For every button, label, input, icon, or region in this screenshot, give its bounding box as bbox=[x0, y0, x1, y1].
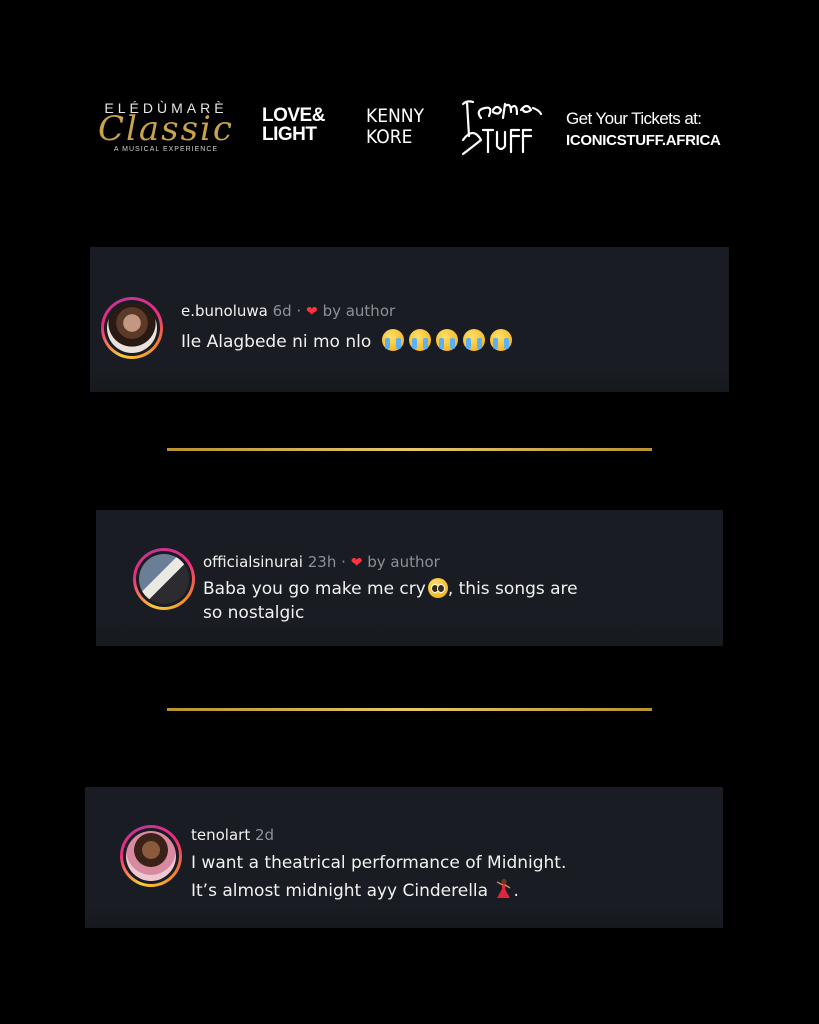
sponsor-header: ELÉDÙMARÈ Classic A MUSICAL EXPERIENCE L… bbox=[0, 92, 819, 172]
gold-divider bbox=[167, 708, 652, 711]
loudly-crying-face-icon bbox=[408, 329, 431, 351]
avatar-photo bbox=[139, 554, 189, 604]
love-and-light-logo: LOVE& LIGHT bbox=[262, 105, 325, 145]
dancer-icon bbox=[497, 878, 511, 898]
comment-meta: tenolart 2d bbox=[191, 826, 274, 844]
iconic-stuff-logo-icon bbox=[461, 100, 543, 156]
post-image: ELÉDÙMARÈ Classic A MUSICAL EXPERIENCE L… bbox=[0, 0, 819, 1024]
avatar[interactable] bbox=[101, 297, 163, 359]
username[interactable]: officialsinurai bbox=[203, 553, 303, 571]
comment-meta: officialsinurai 23h · ❤ by author bbox=[203, 553, 440, 571]
gold-divider bbox=[167, 448, 652, 451]
liked-by-author: by author bbox=[367, 553, 440, 571]
avatar-photo bbox=[126, 831, 176, 881]
heart-icon: ❤ bbox=[350, 555, 363, 571]
pleading-face-icon bbox=[427, 578, 448, 598]
loudly-crying-face-icon bbox=[435, 329, 458, 351]
tickets-url: ICONICSTUFF.AFRICA bbox=[566, 132, 721, 149]
comment-text: Ile Alagbede ni mo nlo bbox=[181, 329, 512, 354]
kenny-kore-logo: KENNY KORE bbox=[366, 105, 425, 148]
comment-meta: e.bunoluwa 6d · ❤ by author bbox=[181, 302, 396, 320]
avatar[interactable] bbox=[120, 825, 182, 887]
tickets-label: Get Your Tickets at: bbox=[566, 109, 702, 128]
comment-text: I want a theatrical performance of Midni… bbox=[191, 853, 567, 901]
loudly-crying-face-icon bbox=[381, 329, 404, 351]
username[interactable]: e.bunoluwa bbox=[181, 302, 268, 320]
comment-time: 2d bbox=[254, 826, 275, 844]
heart-icon: ❤ bbox=[306, 304, 318, 320]
loudly-crying-face-icon bbox=[462, 329, 485, 351]
comment-text: Baba you go make me cry, this songs are … bbox=[203, 578, 578, 623]
comment-time: 6d bbox=[272, 302, 292, 320]
liked-by-author: by author bbox=[322, 302, 396, 320]
comment-time: 23h bbox=[307, 553, 337, 571]
username[interactable]: tenolart bbox=[191, 826, 250, 844]
avatar[interactable] bbox=[133, 548, 195, 610]
avatar-photo bbox=[107, 303, 157, 353]
loudly-crying-face-icon bbox=[489, 329, 512, 351]
tickets-info: Get Your Tickets at: ICONICSTUFF.AFRICA bbox=[566, 108, 756, 152]
eledumare-classic-logo: ELÉDÙMARÈ Classic A MUSICAL EXPERIENCE bbox=[98, 100, 234, 153]
